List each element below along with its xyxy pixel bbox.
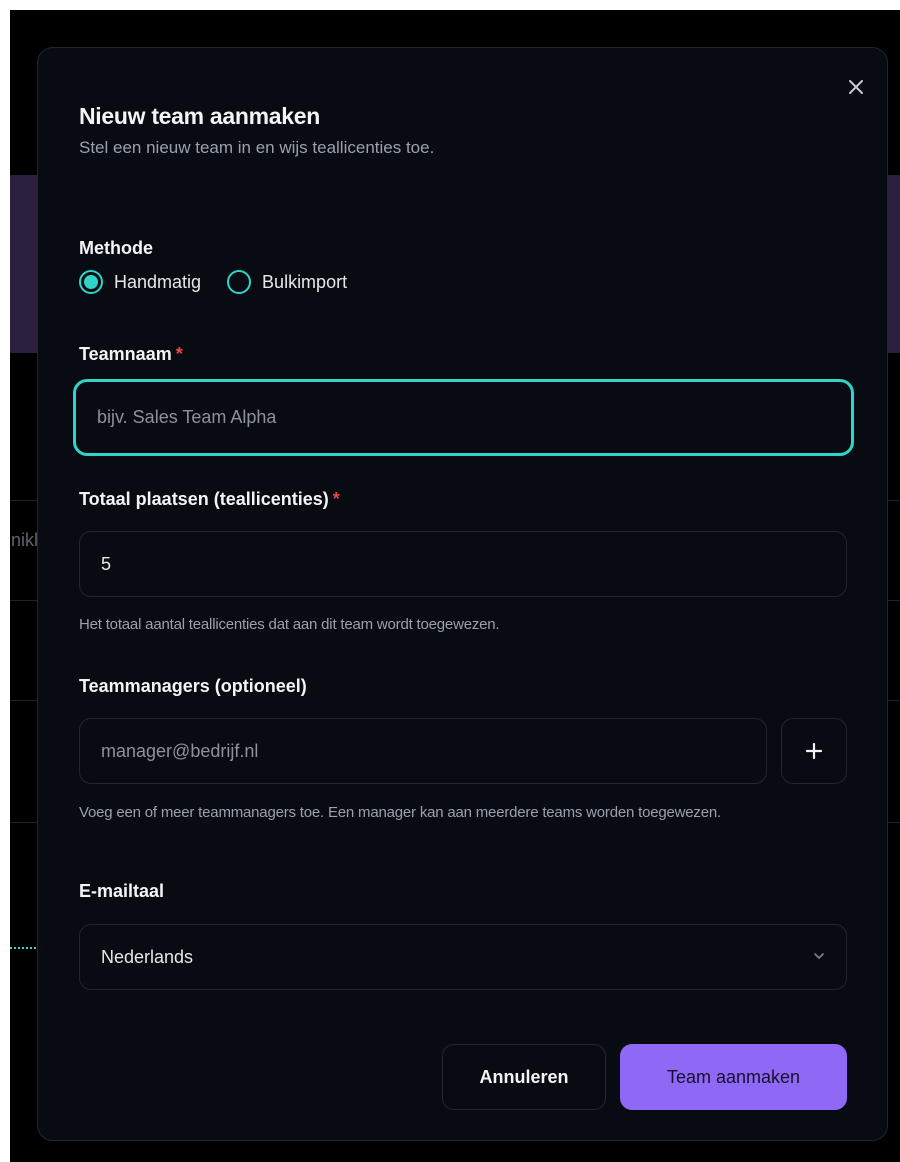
email-language-label: E-mailtaal <box>79 881 165 901</box>
method-option-label: Bulkimport <box>262 271 348 292</box>
cancel-button[interactable]: Annuleren <box>442 1044 606 1110</box>
seats-label-text: Totaal plaatsen (teallicenties) <box>79 489 329 509</box>
team-name-input[interactable]: bijv. Sales Team Alpha <box>73 379 854 456</box>
managers-label: Teammanagers (optioneel) <box>79 676 307 696</box>
method-radio-group: Handmatig Bulkimport <box>79 270 373 294</box>
chevron-down-icon <box>814 953 824 959</box>
manager-email-input[interactable]: manager@bedrijf.nl <box>79 718 767 784</box>
required-mark: * <box>175 344 183 364</box>
seats-label: Totaal plaatsen (teallicenties) * <box>79 489 340 510</box>
method-option-manual[interactable]: Handmatig <box>79 270 201 294</box>
app-screen: nikl Nieuw team aanmaken Stel een nieuw … <box>10 10 900 1162</box>
add-manager-button[interactable] <box>781 718 847 784</box>
create-team-button[interactable]: Team aanmaken <box>620 1044 847 1110</box>
close-button[interactable] <box>845 76 867 98</box>
email-language-value: Nederlands <box>101 946 194 967</box>
radio-selected[interactable] <box>79 270 103 294</box>
seats-value: 5 <box>101 553 112 574</box>
seats-help-text: Het totaal aantal teallicenties dat aan … <box>79 616 500 633</box>
dialog-subtitle: Stel een nieuw team in en wijs teallicen… <box>79 138 435 157</box>
method-option-bulk[interactable]: Bulkimport <box>227 270 347 294</box>
method-option-label: Handmatig <box>114 271 202 292</box>
required-mark: * <box>332 489 340 509</box>
email-language-select[interactable]: Nederlands <box>79 924 847 990</box>
dialog-title: Nieuw team aanmaken <box>79 103 321 129</box>
managers-help-text: Voeg een of meer teammanagers toe. Een m… <box>79 804 721 821</box>
create-team-dialog: Nieuw team aanmaken Stel een nieuw team … <box>37 47 888 1141</box>
team-name-placeholder: bijv. Sales Team Alpha <box>97 407 277 427</box>
manager-email-placeholder: manager@bedrijf.nl <box>101 740 259 761</box>
close-icon <box>849 80 863 94</box>
radio-dot <box>84 275 98 289</box>
team-name-label-text: Teamnaam <box>79 344 172 364</box>
method-label: Methode <box>79 238 153 258</box>
team-name-label: Teamnaam * <box>79 344 183 365</box>
seats-input[interactable]: 5 <box>79 531 847 597</box>
background-dotted-line <box>10 947 36 949</box>
background-text: nikl <box>10 530 38 550</box>
plus-icon <box>805 742 823 760</box>
radio-unselected[interactable] <box>227 270 252 294</box>
